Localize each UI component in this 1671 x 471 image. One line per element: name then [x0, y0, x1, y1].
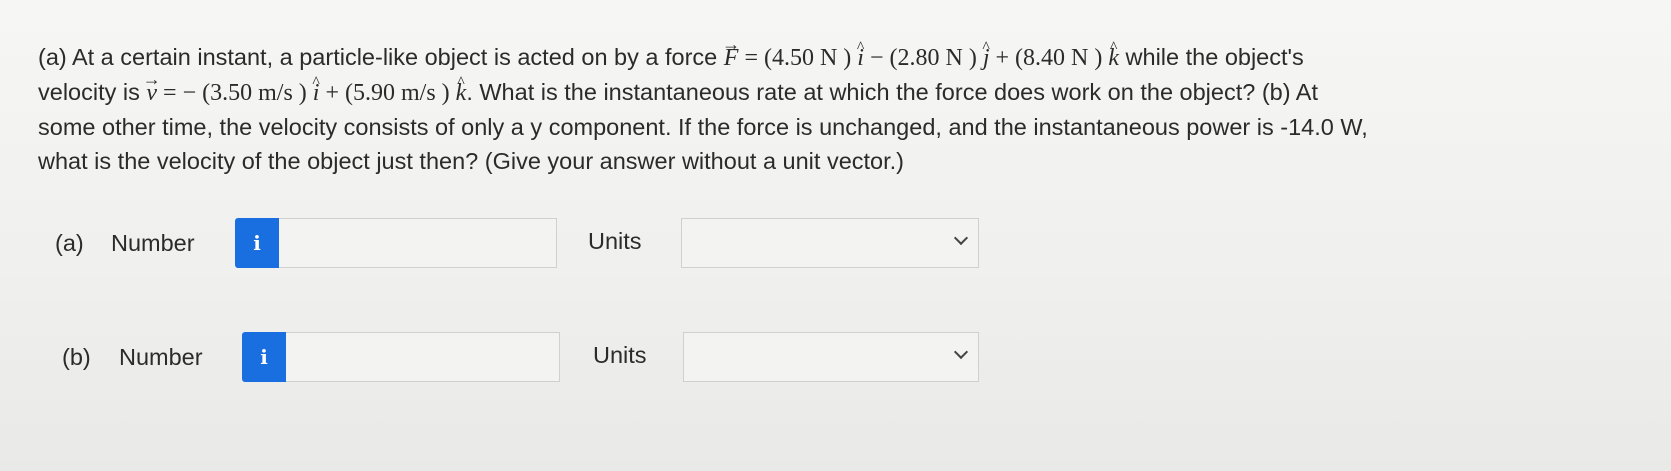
unit-k-hat: k — [1108, 41, 1119, 75]
velocity-x-component: = − (3.50 m/s ) — [157, 80, 313, 106]
answer-row-b: (b) Number i Units — [55, 332, 1055, 382]
answer-row-a: (a) Number i Units — [55, 218, 1055, 268]
question-text: (a) At a certain instant, a particle-lik… — [38, 40, 1638, 178]
force-y-component: − (2.80 N ) — [863, 45, 983, 71]
chevron-down-icon — [953, 230, 969, 246]
number-input-a[interactable] — [279, 218, 557, 268]
velocity-intro: velocity is — [38, 79, 147, 105]
number-label-b: Number — [119, 344, 203, 370]
question-intro: (a) At a certain instant, a particle-lik… — [38, 44, 724, 70]
units-select-a[interactable] — [681, 218, 979, 268]
question-line-1: (a) At a certain instant, a particle-lik… — [38, 40, 1638, 75]
part-label-a: (a) — [55, 230, 84, 256]
question-line-1-tail: while the object's — [1119, 44, 1304, 70]
force-expression: F = (4.50 N ) i − (2.80 N ) j + (8.40 N … — [724, 45, 1119, 71]
chevron-down-icon — [953, 344, 969, 360]
question-line-4: what is the velocity of the object just … — [38, 148, 905, 174]
question-line-2: velocity is v = − (3.50 m/s ) i + (5.90 … — [38, 75, 1638, 110]
units-select-b[interactable] — [683, 332, 979, 382]
part-label-b: (b) — [62, 344, 91, 370]
velocity-expression: v = − (3.50 m/s ) i + (5.90 m/s ) k — [146, 80, 466, 106]
force-x-component: = (4.50 N ) — [738, 45, 858, 71]
question-line-3: some other time, the velocity consists o… — [38, 114, 1368, 140]
number-input-b[interactable] — [286, 332, 560, 382]
question-line-2-tail: . What is the instantaneous rate at whic… — [466, 79, 1319, 105]
force-vector-symbol: F — [724, 41, 739, 75]
unit-j-hat: j — [983, 41, 990, 75]
units-label-a: Units — [588, 228, 642, 254]
unit-k-hat: k — [456, 76, 467, 110]
info-icon[interactable]: i — [242, 332, 286, 382]
info-icon[interactable]: i — [235, 218, 279, 268]
unit-i-hat: i — [313, 76, 320, 110]
unit-i-hat: i — [857, 41, 864, 75]
force-z-component: + (8.40 N ) — [989, 45, 1109, 71]
velocity-vector-symbol: v — [146, 76, 157, 110]
units-label-b: Units — [593, 342, 647, 368]
number-label-a: Number — [111, 230, 195, 256]
velocity-z-component: + (5.90 m/s ) — [319, 80, 456, 106]
